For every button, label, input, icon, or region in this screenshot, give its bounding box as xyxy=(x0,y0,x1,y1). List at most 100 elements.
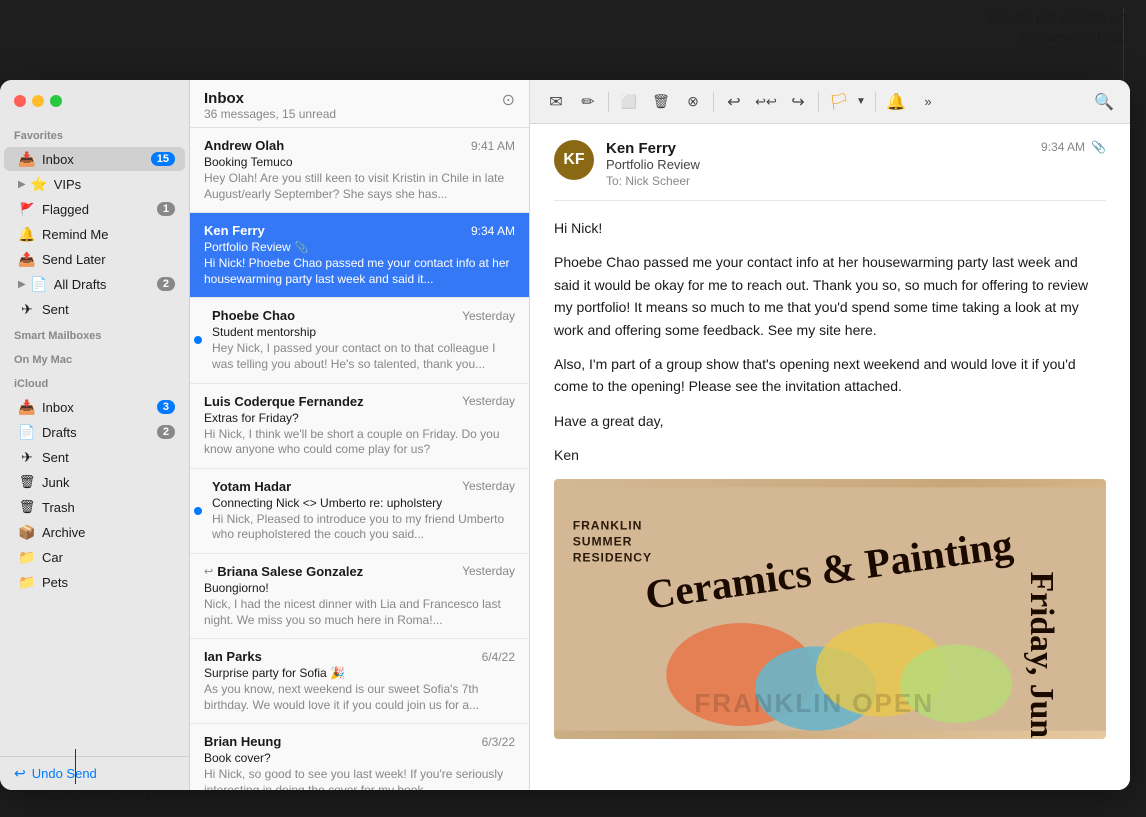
sidebar-all-drafts-label: All Drafts xyxy=(54,277,157,292)
message-item[interactable]: Phoebe Chao Yesterday Student mentorship… xyxy=(190,298,529,383)
sidebar: Favorites 📥 Inbox 15 ▶ ⭐ VIPs 🚩 Flagged … xyxy=(0,80,190,790)
msg-sender: Luis Coderque Fernandez xyxy=(204,394,364,409)
body-line-3: Also, I'm part of a group show that's op… xyxy=(554,353,1106,398)
compose-button[interactable]: ✏ xyxy=(574,88,602,116)
icloud-drafts-badge: 2 xyxy=(157,425,175,439)
sidebar-item-send-later[interactable]: 📤 Send Later xyxy=(4,247,185,271)
junk-button[interactable]: ⊗ xyxy=(679,88,707,116)
msg-preview: As you know, next weekend is our sweet S… xyxy=(204,682,515,713)
undo-send-label: Undo Send xyxy=(32,766,97,781)
detail-sender-name: Ken Ferry xyxy=(606,140,1041,157)
msg-preview: Hi Nick, Pleased to introduce you to my … xyxy=(204,512,515,543)
msg-sender: Yotam Hadar xyxy=(212,479,291,494)
msg-time: 9:34 AM xyxy=(471,224,515,238)
send-later-icon: 📤 xyxy=(18,250,36,268)
ceramics-art-svg: FRANKLIN SUMMER RESIDENCY Ceramics & Pai… xyxy=(554,479,1106,739)
body-name: Ken xyxy=(554,444,1106,466)
sidebar-item-vips[interactable]: ▶ ⭐ VIPs xyxy=(4,172,185,196)
sidebar-item-icloud-inbox[interactable]: 📥 Inbox 3 xyxy=(4,395,185,419)
sidebar-item-car[interactable]: 📁 Car xyxy=(4,545,185,569)
sidebar-sent-label: Sent xyxy=(42,302,175,317)
sidebar-item-icloud-trash[interactable]: 🗑 Trash xyxy=(4,495,185,519)
toolbar-separator-2 xyxy=(713,92,714,112)
mail-window: Favorites 📥 Inbox 15 ▶ ⭐ VIPs 🚩 Flagged … xyxy=(0,80,1130,790)
detail-attached-image: FRANKLIN SUMMER RESIDENCY Ceramics & Pai… xyxy=(554,479,1106,739)
sidebar-item-pets[interactable]: 📁 Pets xyxy=(4,570,185,594)
flag-button[interactable]: 🏳 xyxy=(825,88,853,116)
message-item[interactable]: Luis Coderque Fernandez Yesterday Extras… xyxy=(190,384,529,469)
icloud-junk-icon: 🗑 xyxy=(18,473,36,491)
toolbar-separator-4 xyxy=(875,92,876,112)
message-list-subtitle: 36 messages, 15 unread xyxy=(204,107,336,121)
sidebar-item-flagged[interactable]: 🚩 Flagged 1 xyxy=(4,197,185,221)
inbox-icon: 📥 xyxy=(18,150,36,168)
reply-all-button[interactable]: ↩↩ xyxy=(752,88,780,116)
msg-sender: Briana Salese Gonzalez xyxy=(217,564,363,579)
new-message-button[interactable]: ✉ xyxy=(542,88,570,116)
icloud-archive-icon: 📦 xyxy=(18,523,36,541)
msg-preview: Hey Nick, I passed your contact on to th… xyxy=(204,341,515,372)
msg-preview: Hi Nick! Phoebe Chao passed me your cont… xyxy=(204,256,515,287)
more-button[interactable]: » xyxy=(914,88,942,116)
sidebar-item-icloud-sent[interactable]: ✈ Sent xyxy=(4,445,185,469)
search-button[interactable]: 🔍 xyxy=(1090,88,1118,116)
message-item[interactable]: Brian Heung 6/3/22 Book cover? Hi Nick, … xyxy=(190,724,529,790)
sidebar-content: Favorites 📥 Inbox 15 ▶ ⭐ VIPs 🚩 Flagged … xyxy=(0,122,189,756)
message-item[interactable]: Ian Parks 6/4/22 Surprise party for Sofi… xyxy=(190,639,529,724)
sidebar-item-icloud-drafts[interactable]: 📄 Drafts 2 xyxy=(4,420,185,444)
close-button[interactable] xyxy=(14,95,26,107)
delete-button[interactable]: 🗑 xyxy=(647,88,675,116)
vips-expand-icon: ▶ xyxy=(18,179,26,190)
msg-sender: Brian Heung xyxy=(204,734,281,749)
message-item[interactable]: Ken Ferry 9:34 AM Portfolio Review 📎 Hi … xyxy=(190,213,529,298)
undo-send-icon: ↩ xyxy=(14,765,26,782)
msg-subject: Book cover? xyxy=(204,751,515,765)
filter-icon[interactable]: ⊙ xyxy=(502,90,515,110)
detail-time: 9:34 AM 📎 xyxy=(1041,140,1106,154)
message-item[interactable]: Andrew Olah 9:41 AM Booking Temuco Hey O… xyxy=(190,128,529,213)
msg-subject: Surprise party for Sofia 🎉 xyxy=(204,666,515,680)
sidebar-item-icloud-archive[interactable]: 📦 Archive xyxy=(4,520,185,544)
undo-send-button[interactable]: ↩ Undo Send xyxy=(14,765,175,782)
body-sign-off: Have a great day, xyxy=(554,410,1106,432)
icloud-section-label: iCloud xyxy=(0,370,189,394)
message-item[interactable]: ↩ Briana Salese Gonzalez Yesterday Buong… xyxy=(190,554,529,639)
on-my-mac-section-label: On My Mac xyxy=(0,346,189,370)
message-item[interactable]: Yotam Hadar Yesterday Connecting Nick <>… xyxy=(190,469,529,554)
minimize-button[interactable] xyxy=(32,95,44,107)
sender-avatar: KF xyxy=(554,140,594,180)
sidebar-header xyxy=(0,80,189,122)
msg-time: Yesterday xyxy=(462,564,515,578)
forward-button[interactable]: ↪ xyxy=(784,88,812,116)
message-list-pane: Inbox 36 messages, 15 unread ⊙ Andrew Ol… xyxy=(190,80,530,790)
svg-text:FRANKLIN OPEN: FRANKLIN OPEN xyxy=(694,687,934,717)
sidebar-item-all-drafts[interactable]: ▶ 📄 All Drafts 2 xyxy=(4,272,185,296)
search-tooltip: Fai clic per cercare un elemento in Mail… xyxy=(988,8,1126,47)
detail-meta: Ken Ferry Portfolio Review To: Nick Sche… xyxy=(606,140,1041,188)
msg-time: 6/4/22 xyxy=(482,650,515,664)
msg-sender: Andrew Olah xyxy=(204,138,284,153)
attachment-indicator: 📎 xyxy=(1091,140,1106,154)
detail-to: To: Nick Scheer xyxy=(606,174,1041,188)
sidebar-icloud-sent-label: Sent xyxy=(42,450,175,465)
svg-text:FRANKLIN: FRANKLIN xyxy=(573,518,643,532)
attachment-icon: 📎 xyxy=(295,241,309,254)
msg-subject: Extras for Friday? xyxy=(204,411,515,425)
sidebar-item-icloud-junk[interactable]: 🗑 Junk xyxy=(4,470,185,494)
all-drafts-icon: 📄 xyxy=(30,275,48,293)
sidebar-item-sent[interactable]: ✈ Sent xyxy=(4,297,185,321)
maximize-button[interactable] xyxy=(50,95,62,107)
msg-subject: Portfolio Review 📎 xyxy=(204,240,515,254)
msg-sender: Ian Parks xyxy=(204,649,262,664)
icloud-inbox-badge: 3 xyxy=(157,400,175,414)
sidebar-pets-label: Pets xyxy=(42,575,175,590)
sidebar-item-inbox[interactable]: 📥 Inbox 15 xyxy=(4,147,185,171)
msg-time: 6/3/22 xyxy=(482,735,515,749)
sidebar-inbox-label: Inbox xyxy=(42,152,151,167)
mute-button[interactable]: 🔔 xyxy=(882,88,910,116)
flag-dropdown-button[interactable]: ▼ xyxy=(853,88,869,116)
svg-text:SUMMER: SUMMER xyxy=(573,534,633,548)
archive-button[interactable]: ⬜ xyxy=(615,88,643,116)
reply-button[interactable]: ↩ xyxy=(720,88,748,116)
sidebar-item-remind-me[interactable]: 🔔 Remind Me xyxy=(4,222,185,246)
